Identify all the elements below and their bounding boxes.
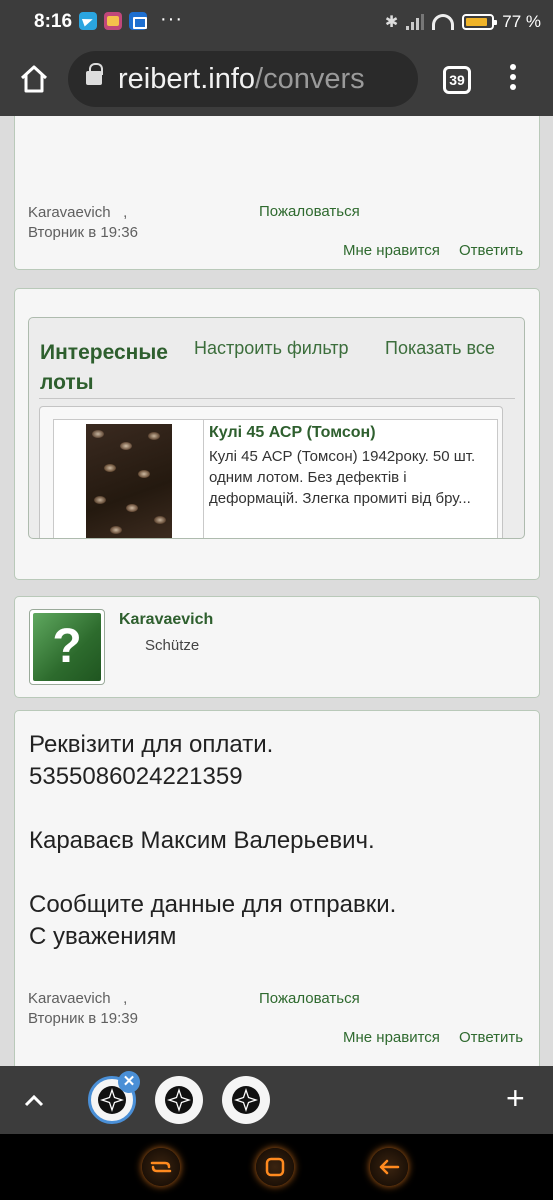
avatar[interactable]: ? <box>29 609 105 685</box>
status-bar: 8:16 ··· ✱ 77 % <box>0 0 553 44</box>
lot-photo <box>86 424 172 538</box>
post-author[interactable]: Karavaevich <box>28 204 111 221</box>
lots-title: Интересные лоты <box>40 341 168 394</box>
lot-thumbnail[interactable] <box>54 420 204 538</box>
system-nav-bar <box>0 1134 553 1200</box>
message-meta: Karavaevich , Вторник в 19:39 <box>28 990 138 1027</box>
home-icon[interactable] <box>18 64 50 94</box>
lock-icon <box>86 63 103 85</box>
message-date[interactable]: Вторник в 19:39 <box>28 1010 138 1027</box>
browser-toolbar: reibert.info/convers 39 <box>0 44 553 116</box>
more-notifications-icon: ··· <box>160 8 183 30</box>
reply-link[interactable]: Ответить <box>459 1029 523 1046</box>
message-line: Сообщите данные для отправки. <box>29 891 397 918</box>
tab-thumbnail[interactable] <box>155 1076 203 1124</box>
author-name[interactable]: Karavaevich <box>119 611 213 629</box>
address-bar[interactable]: reibert.info/convers <box>68 51 418 107</box>
message-blank-line <box>29 793 529 825</box>
recents-icon[interactable] <box>142 1148 180 1186</box>
message-card: Реквізити для оплати. 5355086024221359 К… <box>14 710 540 1066</box>
message-author[interactable]: Karavaevich <box>28 990 111 1007</box>
author-card: ? Karavaevich Schütze <box>14 596 540 698</box>
reply-link[interactable]: Ответить <box>459 242 523 259</box>
new-tab-button[interactable]: + <box>506 1080 525 1116</box>
report-link[interactable]: Пожаловаться <box>259 990 360 1007</box>
url-text[interactable]: reibert.info/convers <box>118 63 365 96</box>
outlook-icon <box>129 12 147 30</box>
bluetooth-icon: ✱ <box>384 14 399 31</box>
divider <box>39 398 515 399</box>
tab-group-bar: ✕ + <box>0 1066 553 1134</box>
lots-carousel[interactable]: Кулі 45 АСР (Томсон) Кулі 45 АСР (Томсон… <box>39 406 503 538</box>
message-blank-line <box>29 857 529 889</box>
lot-description: Кулі 45 АСР (Томсон) 1942року. 50 шт. од… <box>209 448 476 507</box>
interesting-lots-card: Интересные лоты Настроить фильтр Показат… <box>14 288 540 580</box>
lot-item[interactable]: Кулі 45 АСР (Томсон) Кулі 45 АСР (Томсон… <box>53 419 498 538</box>
menu-icon[interactable] <box>508 64 518 98</box>
post-meta: Karavaevich , Вторник в 19:36 <box>28 204 138 241</box>
post-card: Karavaevich , Вторник в 19:36 Пожаловать… <box>14 116 540 270</box>
battery-icon <box>462 14 498 30</box>
lot-price: 250 <box>428 536 455 538</box>
avatar-placeholder: ? <box>33 613 101 681</box>
status-right: ✱ 77 % <box>385 10 541 34</box>
message-line: Караваєв Максим Валерьевич. <box>29 827 375 854</box>
telegram-icon <box>79 12 97 30</box>
lots-widget: Интересные лоты Настроить фильтр Показат… <box>28 317 525 539</box>
report-link[interactable]: Пожаловаться <box>259 203 360 220</box>
post-date[interactable]: Вторник в 19:36 <box>28 224 138 241</box>
like-link[interactable]: Мне нравится <box>343 242 440 259</box>
gallery-icon <box>104 12 122 30</box>
message-line: Реквізити для оплати. <box>29 731 274 758</box>
message-line: 5355086024221359 <box>29 763 243 790</box>
lot-title[interactable]: Кулі 45 АСР (Томсон) <box>209 424 376 442</box>
like-link[interactable]: Мне нравится <box>343 1029 440 1046</box>
back-icon[interactable] <box>370 1148 408 1186</box>
page-content: Karavaevich , Вторник в 19:36 Пожаловать… <box>0 116 553 1066</box>
tab-switcher-button[interactable]: 39 <box>443 66 471 94</box>
status-time: 8:16 <box>34 11 73 32</box>
configure-filter-link[interactable]: Настроить фильтр <box>194 338 349 359</box>
show-all-link[interactable]: Показать все <box>385 338 495 359</box>
battery-percent: 77 % <box>502 12 541 31</box>
signal-icon <box>406 14 425 30</box>
close-tab-icon[interactable]: ✕ <box>118 1071 140 1093</box>
chevron-up-icon[interactable] <box>22 1090 46 1110</box>
tab-thumbnail[interactable] <box>222 1076 270 1124</box>
message-body: Реквізити для оплати. 5355086024221359 К… <box>29 729 529 953</box>
message-line: С уважениям <box>29 923 177 950</box>
home-icon[interactable] <box>256 1148 294 1186</box>
author-rank: Schütze <box>145 637 200 654</box>
wifi-icon <box>432 14 455 30</box>
